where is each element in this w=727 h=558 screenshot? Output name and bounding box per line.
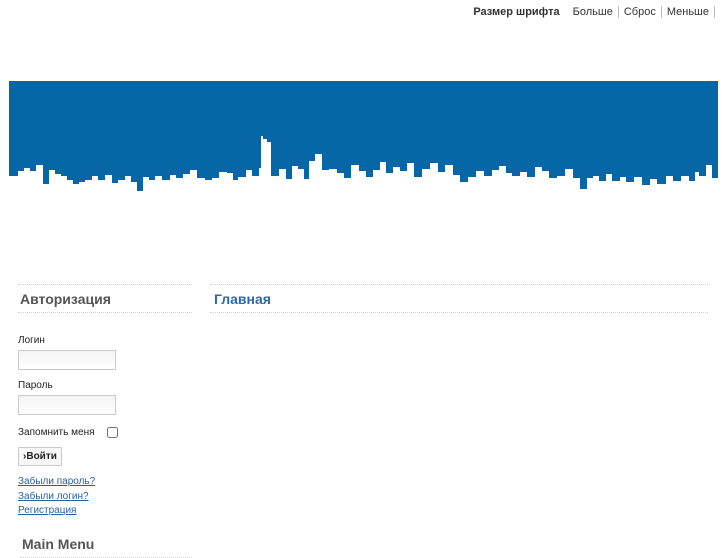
username-input[interactable] — [18, 350, 116, 370]
font-size-bar: Размер шрифта Больше Сброс Меньше — [473, 6, 715, 18]
login-form: Логин Пароль Запомнить меня ›Войти Забыл… — [18, 335, 192, 519]
skyline-silhouette — [9, 81, 718, 191]
font-size-label: Размер шрифта — [473, 6, 560, 18]
header-banner — [9, 81, 718, 211]
remember-me-label: Запомнить меня — [18, 427, 95, 438]
username-label: Логин — [18, 335, 45, 346]
main-menu-title: Main Menu — [20, 528, 192, 558]
font-bigger-link[interactable]: Больше — [568, 6, 619, 18]
login-module-title: Авторизация — [18, 284, 192, 313]
password-input[interactable] — [18, 395, 116, 415]
page-title: Главная — [210, 284, 708, 313]
forgot-login-link[interactable]: Забыли логин? — [18, 490, 192, 505]
main-content: Главная — [210, 284, 708, 313]
remember-me-checkbox[interactable] — [106, 427, 118, 438]
skyline-image — [9, 81, 718, 191]
login-links: Забыли пароль? Забыли логин? Регистрация — [18, 475, 192, 519]
password-label: Пароль — [18, 380, 53, 391]
font-reset-link[interactable]: Сброс — [619, 6, 662, 18]
login-button-label: Войти — [26, 451, 57, 462]
register-link[interactable]: Регистрация — [18, 504, 192, 519]
remember-me-row: Запомнить меня — [18, 427, 192, 438]
forgot-password-link[interactable]: Забыли пароль? — [18, 475, 192, 490]
font-smaller-link[interactable]: Меньше — [662, 6, 715, 18]
login-button[interactable]: ›Войти — [18, 447, 62, 466]
left-sidebar: Авторизация Логин Пароль Запомнить меня … — [18, 284, 192, 558]
